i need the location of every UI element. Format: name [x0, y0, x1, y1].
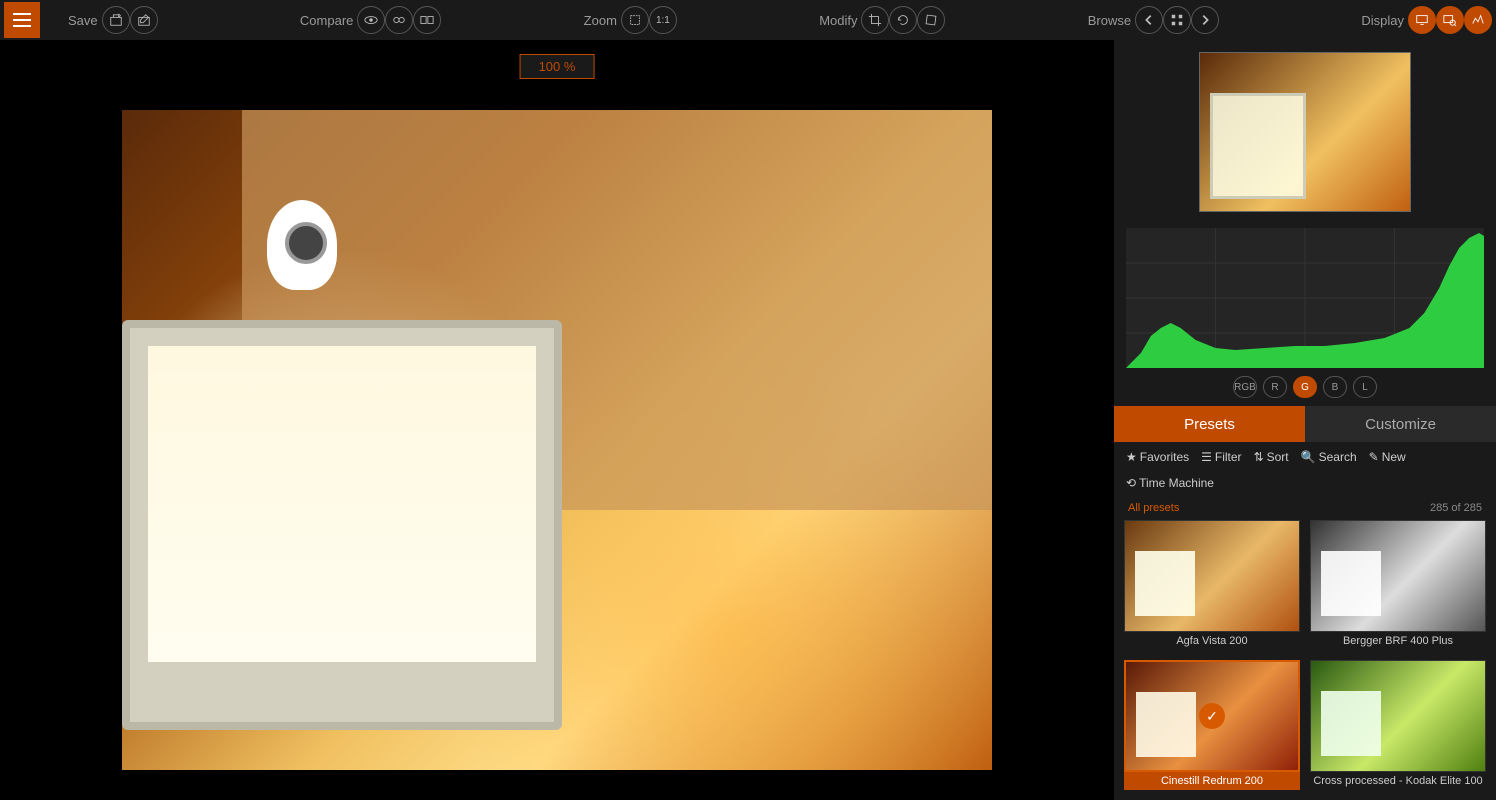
histogram-panel[interactable] — [1126, 228, 1484, 368]
hist-b-button[interactable]: B — [1323, 376, 1347, 398]
display-label: Display — [1361, 13, 1404, 28]
display-image-button[interactable] — [1408, 6, 1436, 34]
preset-item[interactable]: Bergger BRF 400 Plus — [1310, 520, 1486, 650]
hist-rgb-button[interactable]: RGB — [1233, 376, 1257, 398]
preset-name: Cross processed - Kodak Elite 100 — [1310, 772, 1486, 790]
save-as-icon — [137, 13, 151, 27]
sidebar-tabs: Presets Customize — [1114, 406, 1496, 442]
preset-name: Bergger BRF 400 Plus — [1310, 632, 1486, 650]
sort-icon: ⇅ — [1254, 450, 1264, 464]
preset-item[interactable]: Agfa Vista 200 — [1124, 520, 1300, 650]
preset-count-row: All presets 285 of 285 — [1114, 498, 1496, 520]
save-icon — [109, 13, 123, 27]
compare-split-button[interactable] — [385, 6, 413, 34]
browse-grid-button[interactable] — [1163, 6, 1191, 34]
monitor-icon — [1415, 13, 1429, 27]
arrow-right-icon — [1198, 13, 1212, 27]
magnifier-image-icon — [1443, 13, 1457, 27]
filter-favorites[interactable]: ★Favorites — [1126, 450, 1189, 464]
star-icon: ★ — [1126, 450, 1137, 464]
filter-time-machine[interactable]: ⟲Time Machine — [1126, 476, 1214, 490]
zoom-1to1-button[interactable]: 1:1 — [649, 6, 677, 34]
hist-l-button[interactable]: L — [1353, 376, 1377, 398]
eye-icon — [364, 13, 378, 27]
preset-thumbnail — [1124, 520, 1300, 632]
preset-filter-bar: ★Favorites ☰Filter ⇅Sort 🔍Search ✎New ⟲T… — [1114, 442, 1496, 498]
histogram-icon — [1471, 13, 1485, 27]
one-to-one-icon: 1:1 — [656, 15, 670, 26]
zoom-fit-button[interactable] — [621, 6, 649, 34]
browse-prev-button[interactable] — [1135, 6, 1163, 34]
arrow-left-icon — [1142, 13, 1156, 27]
compare-side-button[interactable] — [413, 6, 441, 34]
preset-thumbnail — [1310, 660, 1486, 772]
all-presets-label: All presets — [1128, 502, 1179, 514]
preset-name: Cinestill Redrum 200 — [1124, 772, 1300, 790]
crop-button[interactable] — [861, 6, 889, 34]
straighten-button[interactable] — [917, 6, 945, 34]
display-navigator-button[interactable] — [1436, 6, 1464, 34]
preset-item[interactable]: Cinestill Redrum 200 — [1124, 660, 1300, 790]
histogram-channels: RGB R G B L — [1114, 376, 1496, 398]
main-photo — [122, 110, 992, 770]
crop-icon — [868, 13, 882, 27]
filter-search[interactable]: 🔍Search — [1301, 450, 1357, 464]
save-label: Save — [68, 13, 98, 28]
filter-filter[interactable]: ☰Filter — [1201, 450, 1241, 464]
save-as-button[interactable] — [130, 6, 158, 34]
right-sidebar: RGB R G B L Presets Customize ★Favorites… — [1114, 40, 1496, 800]
tab-presets[interactable]: Presets — [1114, 406, 1305, 442]
rotate-button[interactable] — [889, 6, 917, 34]
straighten-icon — [924, 13, 938, 27]
side-by-side-icon — [420, 13, 434, 27]
hist-r-button[interactable]: R — [1263, 376, 1287, 398]
display-histogram-button[interactable] — [1464, 6, 1492, 34]
list-icon: ☰ — [1201, 450, 1212, 464]
modify-label: Modify — [819, 13, 857, 28]
image-canvas[interactable]: 100 % — [0, 40, 1114, 800]
presets-grid[interactable]: Agfa Vista 200 Bergger BRF 400 Plus Cinest… — [1114, 520, 1496, 800]
browse-label: Browse — [1088, 13, 1131, 28]
navigator-thumbnail[interactable] — [1199, 52, 1411, 212]
filter-new[interactable]: ✎New — [1369, 450, 1406, 464]
menu-button[interactable] — [4, 2, 40, 38]
save-button[interactable] — [102, 6, 130, 34]
search-icon: 🔍 — [1301, 450, 1316, 464]
zoom-indicator: 100 % — [520, 54, 595, 79]
clock-icon: ⟲ — [1126, 476, 1136, 490]
top-toolbar: Save Compare Zoom 1:1 Modify Browse Disp… — [0, 0, 1496, 40]
fit-icon — [628, 13, 642, 27]
preset-name: Agfa Vista 200 — [1124, 632, 1300, 650]
preset-item[interactable]: Cross processed - Kodak Elite 100 — [1310, 660, 1486, 790]
hist-g-button[interactable]: G — [1293, 376, 1317, 398]
new-icon: ✎ — [1369, 450, 1379, 464]
tab-customize[interactable]: Customize — [1305, 406, 1496, 442]
preset-thumbnail — [1310, 520, 1486, 632]
grid-icon — [1170, 13, 1184, 27]
split-icon — [392, 13, 406, 27]
filter-sort[interactable]: ⇅Sort — [1254, 450, 1289, 464]
preset-count: 285 of 285 — [1430, 502, 1482, 514]
zoom-label: Zoom — [584, 13, 617, 28]
rotate-icon — [896, 13, 910, 27]
preset-thumbnail — [1124, 660, 1300, 772]
histogram-curve-icon — [1126, 228, 1484, 368]
browse-next-button[interactable] — [1191, 6, 1219, 34]
compare-single-button[interactable] — [357, 6, 385, 34]
compare-label: Compare — [300, 13, 353, 28]
